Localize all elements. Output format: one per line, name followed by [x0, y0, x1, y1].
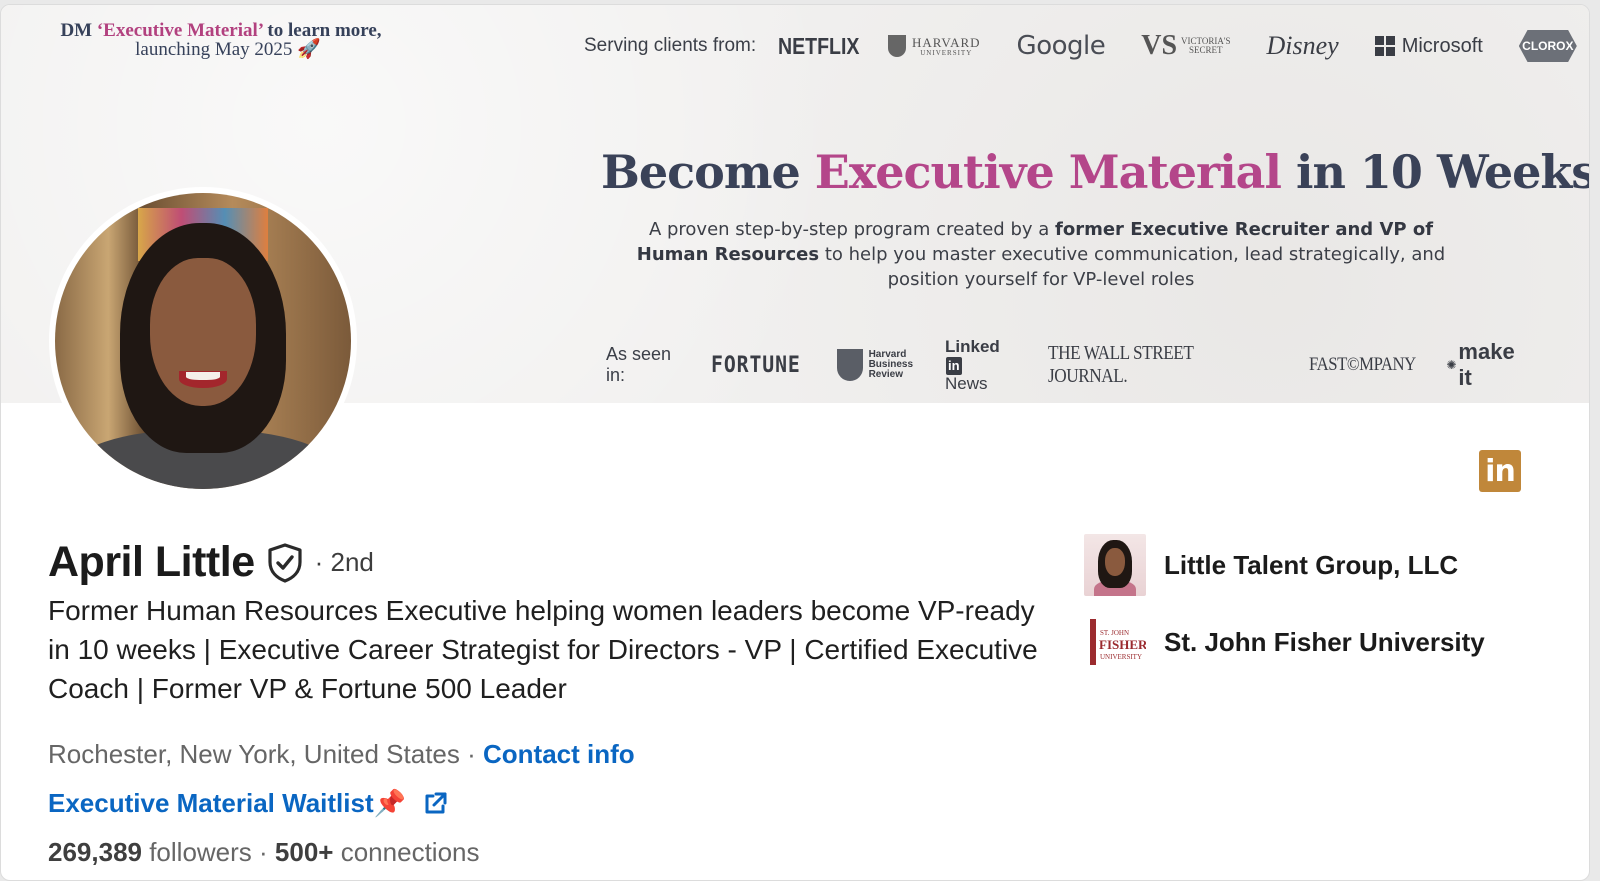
linkedin-news-logo: Linkedin News — [945, 336, 1016, 393]
hbr-logo: Harvard Business Review — [836, 349, 913, 381]
fastcompany-logo: FAST©MPANY — [1308, 354, 1416, 375]
connection-degree: · 2nd — [314, 547, 374, 577]
banner-headline-part1: Become — [601, 145, 815, 199]
school-logo-text2: FISHER — [1099, 637, 1146, 652]
connections-count[interactable]: 500+ — [275, 837, 334, 867]
serving-clients-row: Serving clients from: NETFLIX HARVARD UN… — [584, 30, 1584, 62]
makeit-text: make it — [1458, 339, 1515, 390]
company-name[interactable]: Little Talent Group, LLC — [1164, 550, 1458, 581]
profile-avatar[interactable] — [49, 187, 357, 495]
location-row: Rochester, New York, United States · Con… — [48, 739, 635, 770]
education-school[interactable]: ST. JOHN FISHER UNIVERSITY St. John Fish… — [1084, 611, 1485, 673]
linkedin-in-icon: in — [946, 356, 962, 375]
website-link[interactable]: Executive Material Waitlist📌 — [48, 788, 448, 819]
contact-info-link[interactable]: Contact info — [483, 739, 635, 769]
profile-card: DM ‘Executive Material’ to learn more, l… — [0, 4, 1590, 881]
followers-label[interactable]: followers — [142, 837, 252, 867]
followers-row: 269,389 followers · 500+ connections — [48, 837, 479, 868]
rocket-icon: 🚀 — [297, 39, 321, 60]
banner-headline-highlight: Executive Material — [814, 145, 1282, 199]
peacock-icon: ✺ — [1446, 358, 1457, 372]
hbr-shield-icon — [836, 349, 863, 381]
clorox-logo: CLOROX — [1518, 30, 1577, 62]
serving-label: Serving clients from: — [584, 35, 757, 56]
company-logo — [1084, 534, 1146, 596]
harvard-logo-text: HARVARD — [911, 34, 981, 50]
followers-count[interactable]: 269,389 — [48, 837, 142, 867]
victorias-secret-logo: VS VICTORIA'S SECRET — [1141, 32, 1230, 60]
banner-subtext: A proven step-by-step program created by… — [621, 217, 1461, 292]
disney-logo: Disney — [1266, 31, 1339, 60]
name-row: April Little · 2nd — [48, 538, 374, 587]
profile-headline: Former Human Resources Executive helping… — [48, 595, 1038, 704]
banner-subtext-part2: to help you master executive communicati… — [819, 244, 1446, 290]
dm-suffix: to learn more, — [262, 20, 382, 41]
hbr-text3: Review — [868, 369, 904, 380]
harvard-shield-icon — [887, 35, 906, 57]
profile-location: Rochester, New York, United States — [48, 739, 460, 769]
dm-launch-text: launching May 2025 — [135, 39, 293, 60]
harvard-logo: HARVARD UNIVERSITY — [887, 34, 981, 57]
microsoft-grid-icon — [1374, 36, 1395, 56]
dm-line2: launching May 2025 🚀 — [41, 40, 401, 59]
school-logo: ST. JOHN FISHER UNIVERSITY — [1084, 611, 1146, 673]
as-seen-in-row: As seen in: FORTUNE Harvard Business Rev… — [606, 337, 1566, 392]
google-logo: Google — [1016, 31, 1106, 61]
linkedin-news-text: Linked — [945, 336, 1000, 356]
harvard-logo-subtext: UNIVERSITY — [920, 48, 973, 57]
separator-dot: · — [459, 739, 483, 769]
avatar-photo — [55, 193, 351, 489]
microsoft-logo: Microsoft — [1374, 34, 1483, 58]
microsoft-logo-text: Microsoft — [1401, 34, 1483, 57]
school-logo-text3: UNIVERSITY — [1100, 653, 1142, 661]
website-label[interactable]: Executive Material Waitlist📌 — [48, 788, 406, 819]
linkedin-news-label: News — [945, 373, 988, 393]
verified-shield-icon[interactable] — [267, 542, 305, 583]
cnbc-makeit-logo: ✺ make it — [1446, 339, 1534, 391]
school-logo-text1: ST. JOHN — [1100, 629, 1130, 637]
separator-dot: · — [251, 837, 275, 867]
seen-label: As seen in: — [606, 344, 672, 385]
banner-subtext-part1: A proven step-by-step program created by… — [648, 219, 1056, 240]
dm-prefix: DM — [60, 20, 97, 41]
dm-highlight: ‘Executive Material’ — [96, 20, 263, 41]
wsj-logo: THE WALL STREET JOURNAL. — [1048, 342, 1194, 387]
fortune-logo: FORTUNE — [710, 352, 801, 378]
banner-headline-part2: in 10 Weeks — [1280, 145, 1590, 199]
current-company[interactable]: Little Talent Group, LLC — [1084, 534, 1458, 596]
linkedin-badge-icon[interactable]: in — [1479, 450, 1521, 492]
external-link-icon[interactable] — [422, 791, 448, 817]
vs-logo-text2: SECRET — [1189, 45, 1223, 55]
banner-headline: Become Executive Material in 10 Weeks — [601, 145, 1589, 199]
banner-dm-text: DM ‘Executive Material’ to learn more, l… — [41, 21, 401, 59]
profile-name[interactable]: April Little — [48, 538, 255, 587]
school-name[interactable]: St. John Fisher University — [1164, 627, 1485, 658]
netflix-logo: NETFLIX — [778, 32, 860, 59]
connections-label[interactable]: connections — [334, 837, 480, 867]
vs-monogram-icon: VS — [1141, 30, 1178, 61]
